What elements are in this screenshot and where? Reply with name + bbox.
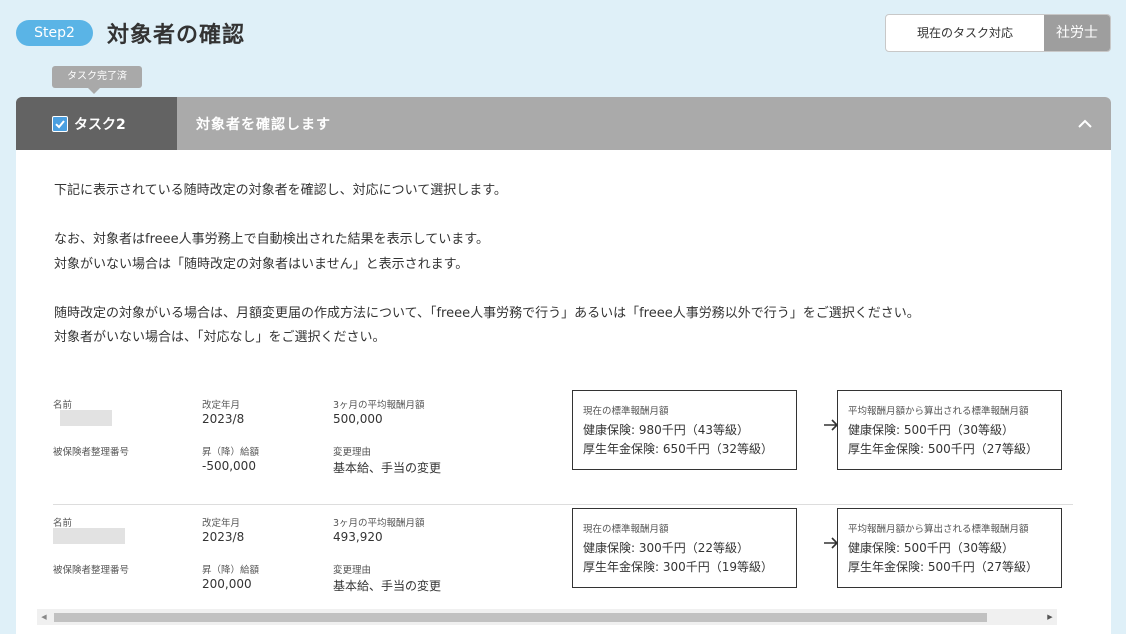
new-health: 健康保険: 500千円（30等級）: [848, 541, 1015, 555]
calculated-grade-box: 平均報酬月額から算出される標準報酬月額 健康保険: 500千円（30等級） 厚生…: [837, 390, 1062, 470]
scroll-left-icon[interactable]: ◀: [37, 609, 51, 625]
role-value: 社労士: [1044, 15, 1110, 51]
name-redacted: [53, 528, 125, 544]
reason-value: 基本給、手当の変更: [333, 579, 442, 593]
insured-number-label: 被保険者整理番号: [53, 565, 130, 576]
revision-month-label: 改定年月: [202, 518, 241, 529]
raise-value: -500,000: [202, 459, 256, 473]
task-status-tooltip: タスク完了済: [52, 66, 142, 94]
name-label: 名前: [53, 400, 73, 411]
task-description: 下記に表示されている随時改定の対象者を確認し、対応について選択します。 なお、対…: [54, 179, 920, 351]
task-card: タスク2 対象者を確認します 下記に表示されている随時改定の対象者を確認し、対応…: [16, 97, 1111, 634]
revision-month-value: 2023/8: [202, 412, 245, 426]
chevron-up-icon[interactable]: [1075, 114, 1095, 134]
description-line: 対象者がいない場合は、「対応なし」をご選択ください。: [54, 330, 386, 345]
task-tab: タスク2: [16, 97, 177, 150]
avg-salary-value: 493,920: [333, 530, 383, 544]
description-line: 随時改定の対象がいる場合は、月額変更届の作成方法について、「freee人事労務で…: [54, 305, 920, 321]
avg-salary-label: 3ヶ月の平均報酬月額: [333, 400, 425, 411]
role-selector[interactable]: 現在のタスク対応 社労士: [885, 14, 1111, 52]
insured-number-label: 被保険者整理番号: [53, 447, 130, 458]
calculated-grade-box: 平均報酬月額から算出される標準報酬月額 健康保険: 500千円（30等級） 厚生…: [837, 508, 1062, 588]
description-line: なお、対象者はfreee人事労務上で自動検出された結果を表示しています。: [54, 232, 489, 247]
calculated-grade-title: 平均報酬月額から算出される標準報酬月額: [848, 524, 1029, 535]
reason-value: 基本給、手当の変更: [333, 461, 442, 475]
current-grade-box: 現在の標準報酬月額 健康保険: 980千円（43等級） 厚生年金保険: 650千…: [572, 390, 797, 470]
raise-label: 昇（降）給額: [202, 565, 260, 576]
scrollbar-thumb[interactable]: [54, 613, 987, 622]
table-row: 名前 被保険者整理番号 改定年月 2023/8 昇（降）給額 -500,000 …: [53, 387, 1073, 504]
task-tab-label: タスク2: [74, 116, 126, 133]
reason-label: 変更理由: [333, 447, 372, 458]
check-icon: [52, 115, 68, 132]
raise-value: 200,000: [202, 577, 252, 591]
current-grade-box: 現在の標準報酬月額 健康保険: 300千円（22等級） 厚生年金保険: 300千…: [572, 508, 797, 588]
current-pension: 厚生年金保険: 650千円（32等級）: [583, 442, 774, 456]
current-grade-title: 現在の標準報酬月額: [583, 524, 669, 535]
avg-salary-label: 3ヶ月の平均報酬月額: [333, 518, 425, 529]
target-list: 名前 被保険者整理番号 改定年月 2023/8 昇（降）給額 -500,000 …: [53, 387, 1073, 621]
avg-salary-value: 500,000: [333, 412, 383, 426]
step-badge: Step2: [16, 20, 93, 46]
name-redacted: [60, 410, 112, 426]
role-label: 現在のタスク対応: [916, 26, 1013, 40]
description-line: 対象がいない場合は「随時改定の対象者はいません」と表示されます。: [54, 256, 469, 272]
scroll-right-icon[interactable]: ▶: [1043, 609, 1057, 625]
new-pension: 厚生年金保険: 500千円（27等級）: [848, 560, 1039, 574]
raise-label: 昇（降）給額: [202, 447, 260, 458]
current-health: 健康保険: 980千円（43等級）: [583, 423, 750, 437]
horizontal-scrollbar[interactable]: ◀ ▶: [37, 609, 1057, 625]
revision-month-label: 改定年月: [202, 400, 241, 411]
new-health: 健康保険: 500千円（30等級）: [848, 423, 1015, 437]
new-pension: 厚生年金保険: 500千円（27等級）: [848, 442, 1039, 456]
page-title: 対象者の確認: [107, 23, 246, 48]
reason-label: 変更理由: [333, 565, 372, 576]
name-label: 名前: [53, 518, 73, 529]
description-line: 下記に表示されている随時改定の対象者を確認し、対応について選択します。: [54, 183, 507, 198]
revision-month-value: 2023/8: [202, 530, 245, 544]
current-pension: 厚生年金保険: 300千円（19等級）: [583, 560, 774, 574]
current-grade-title: 現在の標準報酬月額: [583, 406, 669, 417]
current-health: 健康保険: 300千円（22等級）: [583, 541, 750, 555]
calculated-grade-title: 平均報酬月額から算出される標準報酬月額: [848, 406, 1029, 417]
task-card-header[interactable]: タスク2 対象者を確認します: [16, 97, 1111, 150]
task-title: 対象者を確認します: [196, 116, 331, 133]
table-row: 名前 被保険者整理番号 改定年月 2023/8 昇（降）給額 200,000 3…: [53, 504, 1073, 621]
